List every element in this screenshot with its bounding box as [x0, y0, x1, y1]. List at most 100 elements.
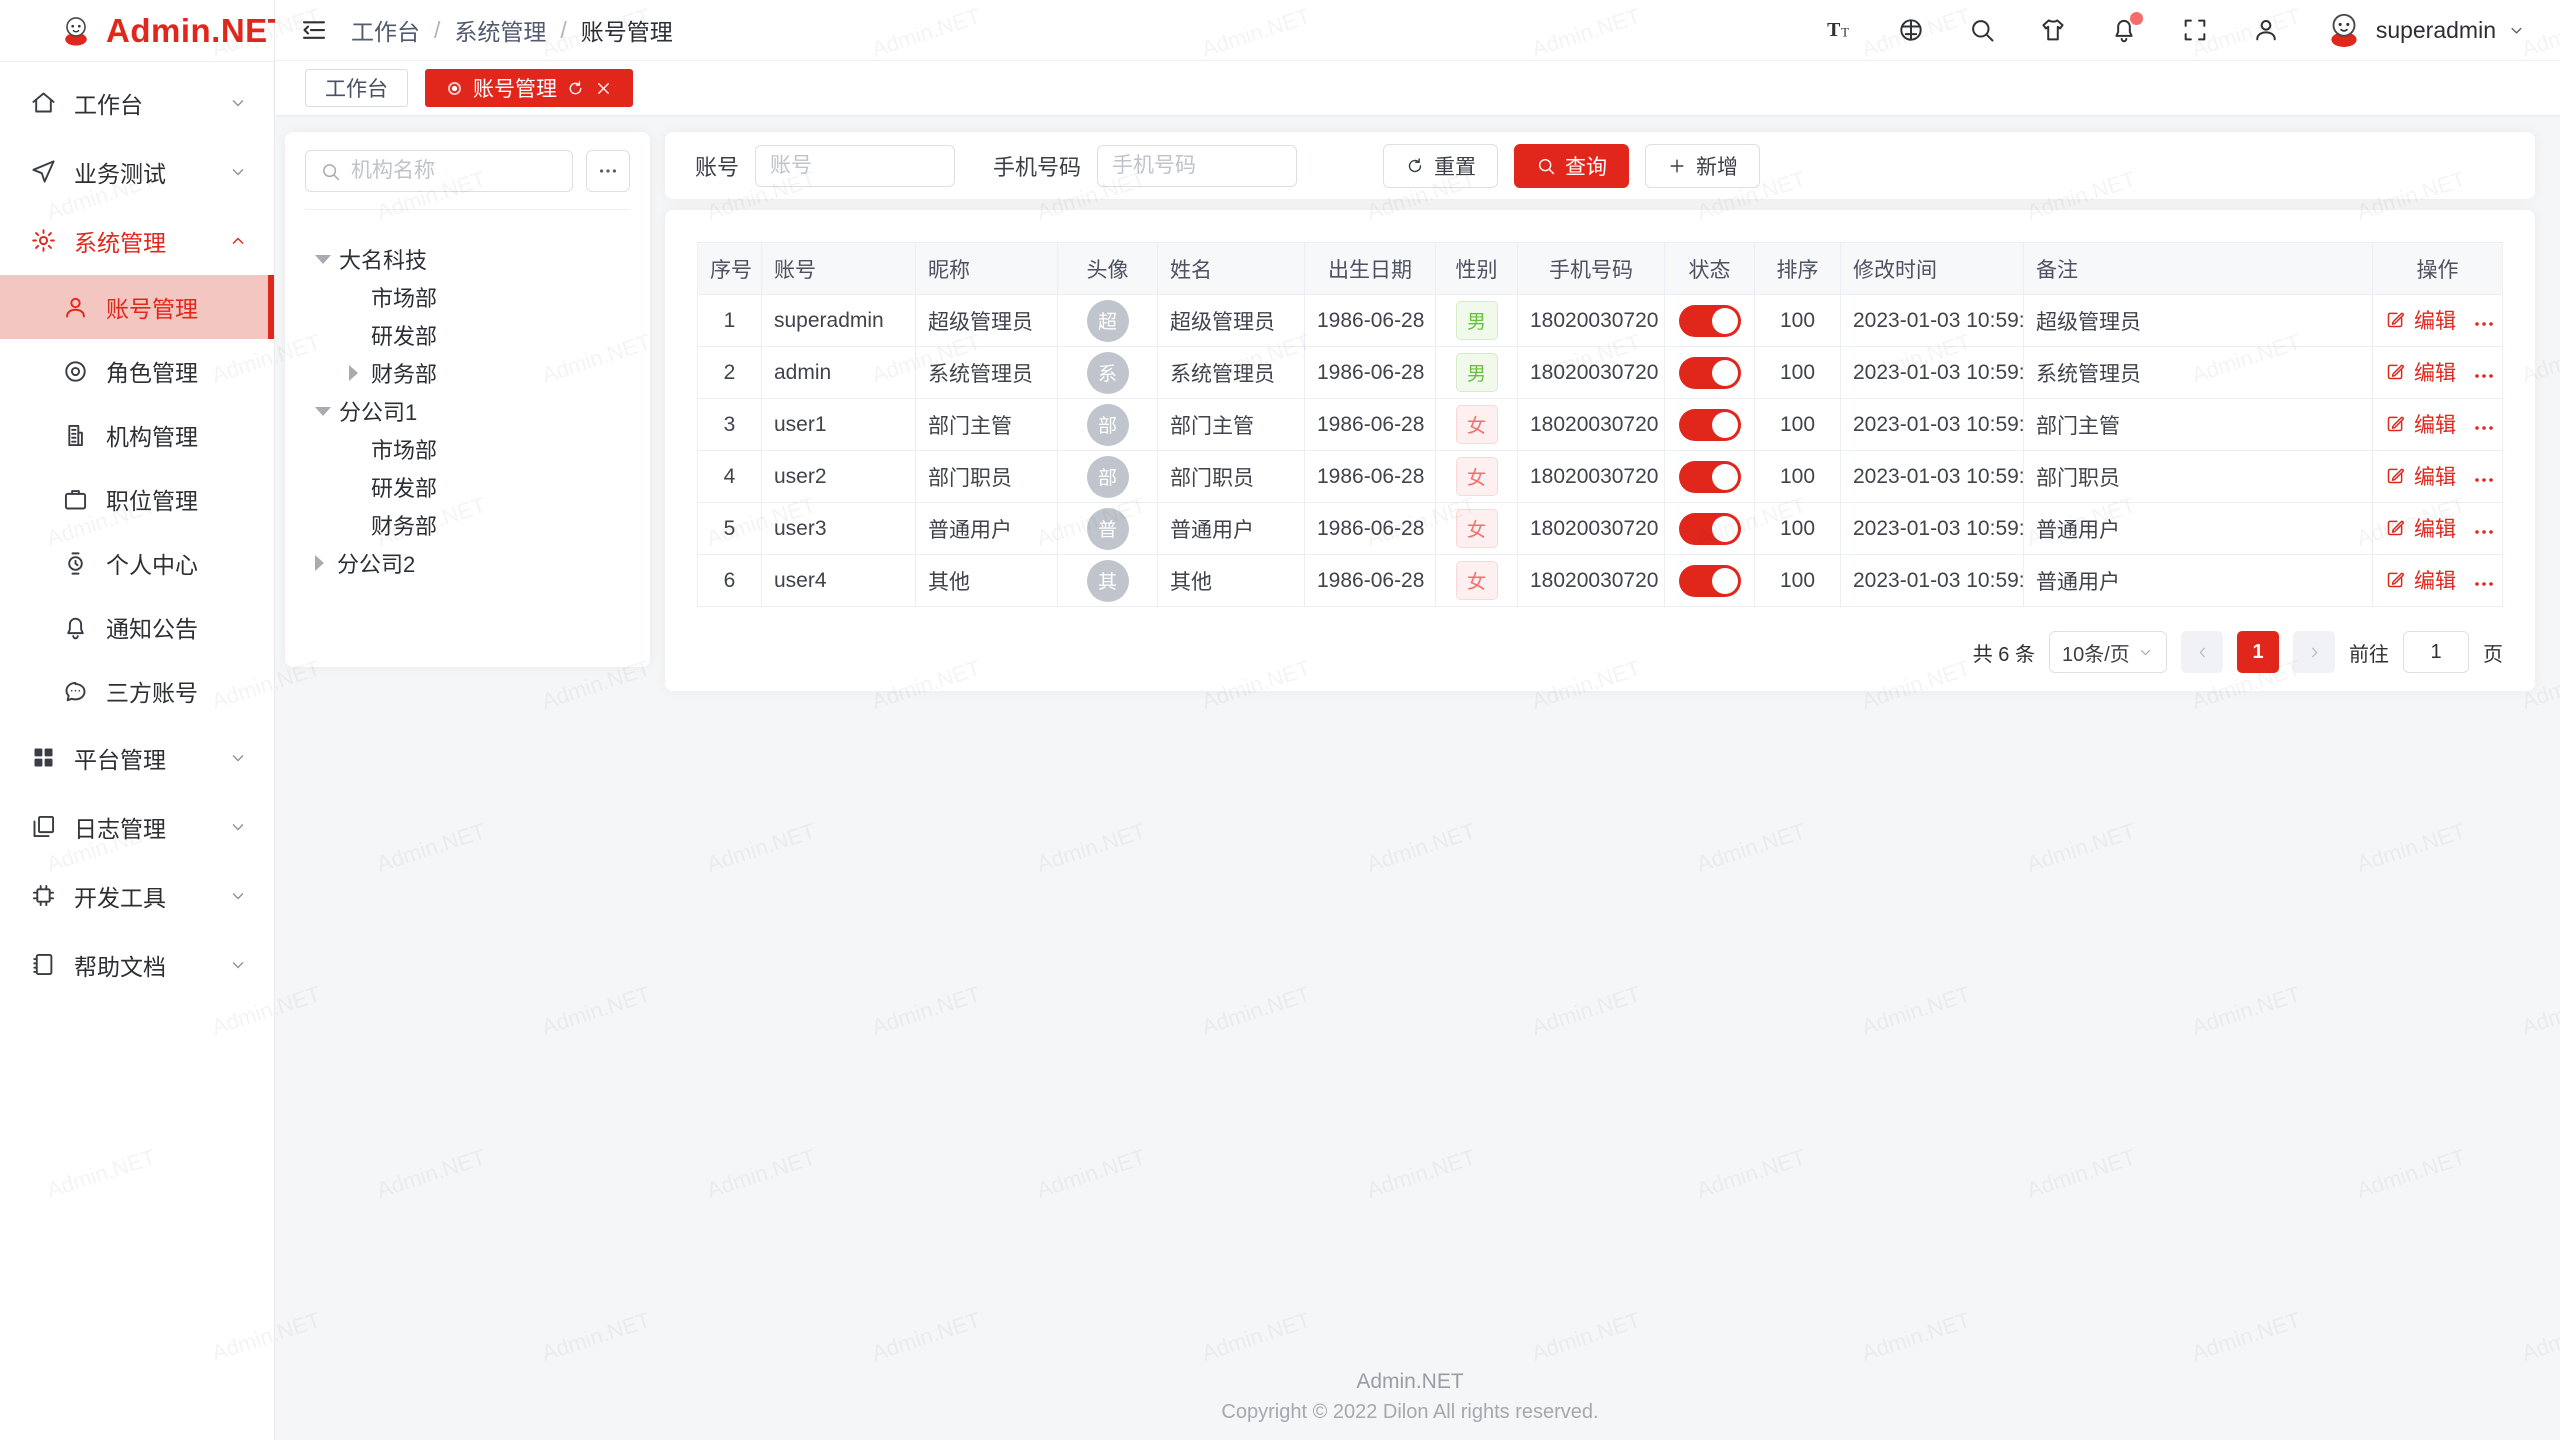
fullscreen-icon[interactable] — [2181, 16, 2209, 44]
edit-button[interactable]: 编辑 — [2385, 565, 2456, 595]
sidebar-item-help-docs[interactable]: 帮助文档 — [0, 930, 274, 999]
page-size-select[interactable]: 10条/页 — [2049, 631, 2167, 673]
tree-node[interactable]: 研发部 — [305, 468, 630, 506]
reset-button[interactable]: 重置 — [1383, 144, 1498, 188]
sidebar-item-label: 业务测试 — [74, 155, 166, 189]
org-tree-panel: 大名科技 市场部 研发部 财务部 分公司1 市场部 研发部 财务部 分公司2 — [285, 132, 650, 667]
edit-button[interactable]: 编辑 — [2385, 461, 2456, 491]
tree-node[interactable]: 市场部 — [305, 278, 630, 316]
org-more-button[interactable] — [586, 150, 630, 192]
col-header: 手机号码 — [1518, 243, 1665, 295]
pagination: 共 6 条 10条/页 1 前往 页 — [697, 631, 2503, 673]
chat-icon — [62, 678, 89, 705]
sidebar-item-account-mgmt[interactable]: 账号管理 — [0, 275, 274, 339]
breadcrumb-item[interactable]: 工作台 — [351, 13, 420, 47]
tree-node[interactable]: 财务部 — [305, 354, 630, 392]
font-size-icon[interactable]: TT — [1826, 16, 1854, 44]
caret-icon[interactable] — [349, 365, 363, 381]
sidebar-item-platform-mgmt[interactable]: 平台管理 — [0, 723, 274, 792]
status-toggle[interactable] — [1679, 357, 1741, 389]
cell-name: 部门主管 — [1158, 399, 1305, 451]
more-actions-button[interactable] — [2472, 416, 2496, 440]
sidebar-item-log-mgmt[interactable]: 日志管理 — [0, 792, 274, 861]
col-header: 账号 — [762, 243, 916, 295]
status-toggle[interactable] — [1679, 461, 1741, 493]
documents-icon — [30, 813, 57, 840]
tree-node-label: 研发部 — [371, 471, 437, 503]
sidebar-item-label: 开发工具 — [74, 879, 166, 913]
cell-mtime: 2023-01-03 10:59:44 — [1841, 295, 2024, 347]
more-actions-button[interactable] — [2472, 572, 2496, 596]
sidebar-item-dev-tools[interactable]: 开发工具 — [0, 861, 274, 930]
edit-button[interactable]: 编辑 — [2385, 409, 2456, 439]
more-actions-button[interactable] — [2472, 468, 2496, 492]
page-number[interactable]: 1 — [2237, 631, 2279, 673]
edit-button[interactable]: 编辑 — [2385, 513, 2456, 543]
tree-node[interactable]: 研发部 — [305, 316, 630, 354]
sidebar-item-org-mgmt[interactable]: 机构管理 — [0, 403, 274, 467]
cell-birth: 1986-06-28 — [1305, 451, 1436, 503]
caret-icon[interactable] — [315, 555, 329, 571]
add-button[interactable]: 新增 — [1645, 144, 1760, 188]
tab-workbench[interactable]: 工作台 — [305, 69, 408, 107]
sidebar-item-workbench[interactable]: 工作台 — [0, 68, 274, 137]
cell-nickname: 其他 — [916, 555, 1058, 607]
edit-button[interactable]: 编辑 — [2385, 357, 2456, 387]
chevron-right-icon — [2306, 644, 2323, 661]
cell-remark: 超级管理员 — [2024, 295, 2373, 347]
cell-no: 5 — [698, 503, 762, 555]
notification-bell-icon[interactable] — [2110, 16, 2138, 44]
tree-node[interactable]: 大名科技 — [305, 240, 630, 278]
tree-node[interactable]: 分公司2 — [305, 544, 630, 582]
status-toggle[interactable] — [1679, 409, 1741, 441]
sidebar-item-notice[interactable]: 通知公告 — [0, 595, 274, 659]
refresh-icon[interactable] — [566, 79, 585, 98]
search-icon[interactable] — [1968, 16, 1996, 44]
language-icon[interactable] — [1897, 16, 1925, 44]
user-icon — [62, 294, 89, 321]
user-menu[interactable]: superadmin — [2323, 9, 2526, 51]
more-actions-button[interactable] — [2472, 364, 2496, 388]
sidebar-item-third-party-account[interactable]: 三方账号 — [0, 659, 274, 723]
sidebar-item-role-mgmt[interactable]: 角色管理 — [0, 339, 274, 403]
breadcrumb-item[interactable]: 系统管理 — [454, 13, 546, 47]
goto-page-input[interactable] — [2403, 631, 2469, 673]
close-icon[interactable] — [594, 79, 613, 98]
status-toggle[interactable] — [1679, 305, 1741, 337]
tab-account-mgmt[interactable]: 账号管理 — [425, 69, 633, 107]
sidebar: Admin.NET 工作台 业务测试 系统管理 账号管理 — [0, 0, 275, 1440]
collapse-menu-icon[interactable] — [299, 15, 329, 45]
tree-node[interactable]: 市场部 — [305, 430, 630, 468]
chevron-down-icon — [228, 162, 248, 182]
profile-icon[interactable] — [2252, 16, 2280, 44]
cell-account: user2 — [762, 451, 916, 503]
more-actions-button[interactable] — [2472, 312, 2496, 336]
account-input[interactable] — [755, 145, 955, 187]
more-actions-button[interactable] — [2472, 520, 2496, 544]
sidebar-item-system-mgmt[interactable]: 系统管理 — [0, 206, 274, 275]
theme-icon[interactable] — [2039, 16, 2067, 44]
status-toggle[interactable] — [1679, 513, 1741, 545]
query-button[interactable]: 查询 — [1514, 144, 1629, 188]
caret-icon[interactable] — [315, 255, 331, 264]
sidebar-item-business-test[interactable]: 业务测试 — [0, 137, 274, 206]
sidebar-item-personal-center[interactable]: 个人中心 — [0, 531, 274, 595]
svg-text:T: T — [1841, 25, 1849, 39]
prev-page-button[interactable] — [2181, 631, 2223, 673]
tree-node[interactable]: 财务部 — [305, 506, 630, 544]
sidebar-item-position-mgmt[interactable]: 职位管理 — [0, 467, 274, 531]
building-icon — [62, 422, 89, 449]
cell-phone: 18020030720 — [1518, 555, 1665, 607]
tree-node-label: 市场部 — [371, 433, 437, 465]
org-search-input[interactable] — [351, 159, 558, 183]
status-toggle[interactable] — [1679, 565, 1741, 597]
org-tree: 大名科技 市场部 研发部 财务部 分公司1 市场部 研发部 财务部 分公司2 — [305, 210, 630, 582]
caret-icon[interactable] — [315, 407, 331, 416]
phone-input[interactable] — [1097, 145, 1297, 187]
edit-button[interactable]: 编辑 — [2385, 305, 2456, 335]
tree-node[interactable]: 分公司1 — [305, 392, 630, 430]
org-tree-toolbar — [305, 150, 630, 210]
next-page-button[interactable] — [2293, 631, 2335, 673]
cell-sort: 100 — [1755, 555, 1841, 607]
cell-mtime: 2023-01-03 10:59:44 — [1841, 347, 2024, 399]
